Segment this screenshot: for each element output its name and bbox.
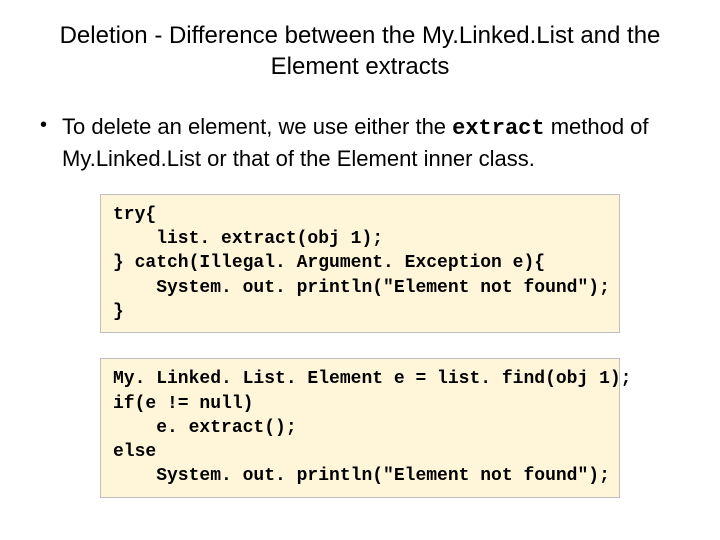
code-block-1: try{ list. extract(obj 1); } catch(Illeg…	[100, 194, 620, 333]
bullet-marker: •	[40, 114, 47, 137]
bullet-code-word: extract	[452, 116, 544, 141]
bullet-item: • To delete an element, we use either th…	[30, 112, 690, 173]
bullet-text: To delete an element, we use either the …	[62, 112, 680, 173]
slide-title: Deletion - Difference between the My.Lin…	[30, 20, 690, 82]
bullet-text-before: To delete an element, we use either the	[62, 114, 452, 139]
code-block-2: My. Linked. List. Element e = list. find…	[100, 358, 620, 497]
